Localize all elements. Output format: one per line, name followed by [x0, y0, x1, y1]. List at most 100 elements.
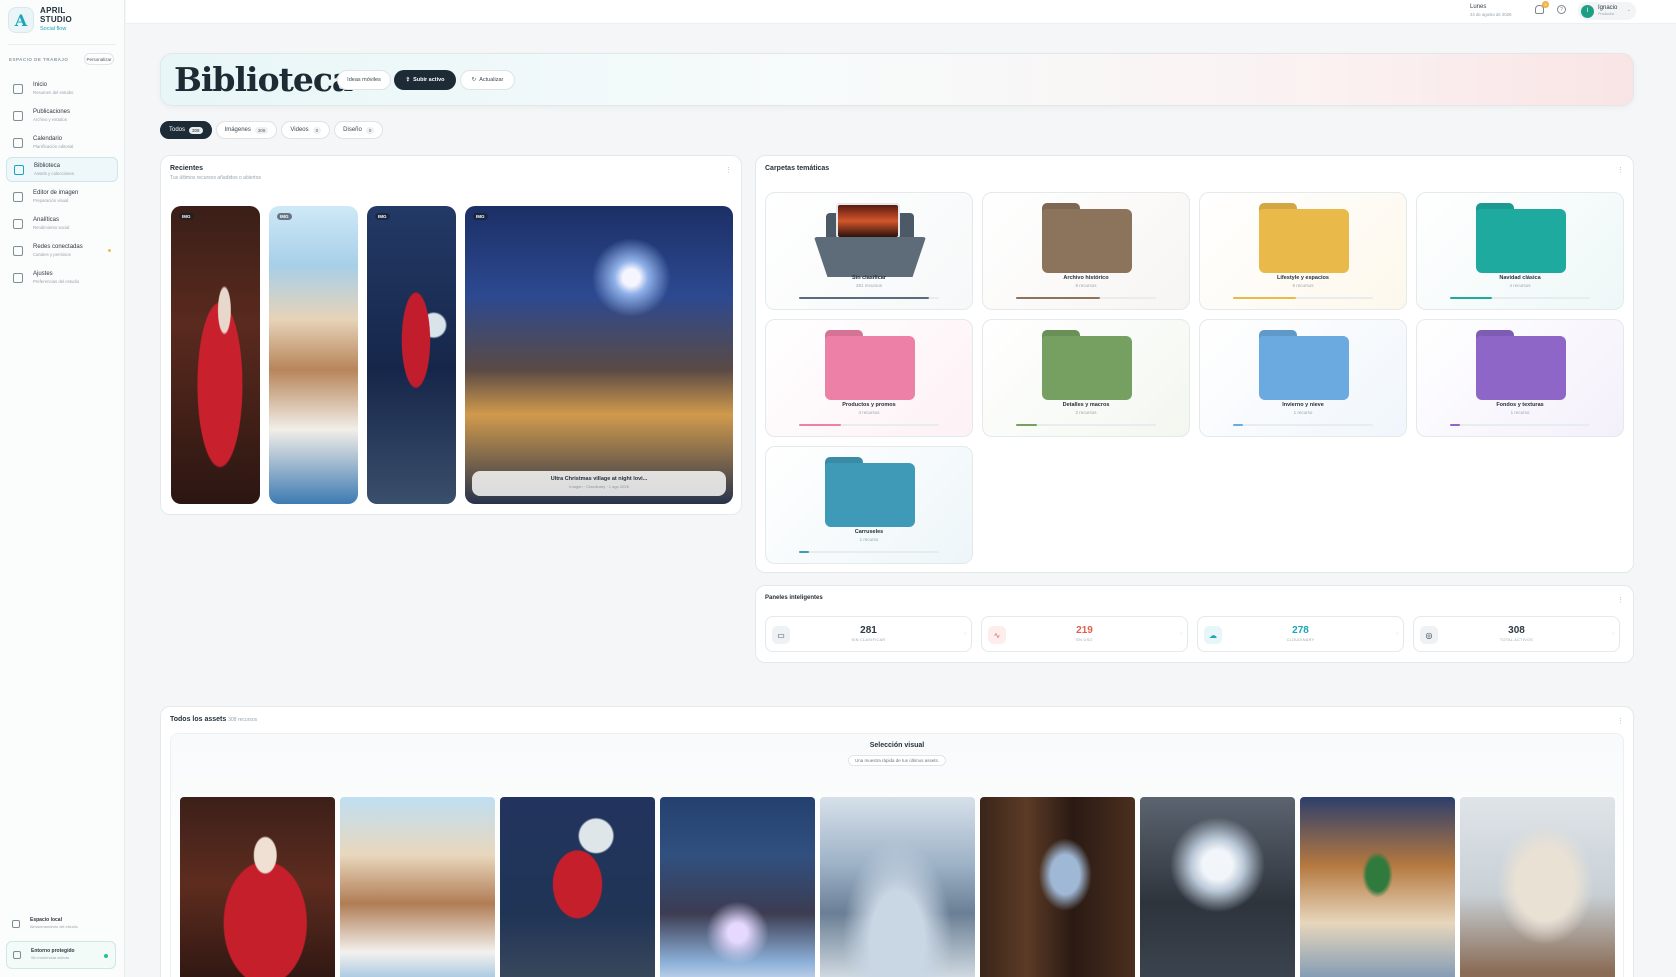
sidebar-item-analiticas[interactable]: Analíticas Rendimiento social	[6, 211, 118, 236]
folder-card[interactable]: Invierno y nieve 1 recurso	[1199, 319, 1407, 437]
tab-todos[interactable]: Todos 308	[160, 121, 212, 139]
recent-asset-card[interactable]: IMG	[367, 206, 456, 504]
sidebar-item-sub: Resumen del estudio	[33, 89, 74, 95]
asset-thumbnail[interactable]	[1300, 797, 1455, 977]
asset-meta: Imagen · Cloudinary · 1 ago 2026	[569, 484, 629, 489]
asset-thumbnail[interactable]	[340, 797, 495, 977]
asset-title: Ultra Christmas village at night lovi...	[550, 476, 648, 482]
more-icon[interactable]: ⋮	[1617, 596, 1624, 604]
folder-icon	[1042, 203, 1132, 273]
folder-name: Invierno y nieve	[1282, 402, 1324, 408]
stat-card[interactable]: ▭ 281 SIN CLASIFICAR ›	[765, 616, 972, 652]
asset-thumbnail[interactable]	[1140, 797, 1295, 977]
folder-count: 2 recursos	[1075, 410, 1097, 415]
recent-asset-card[interactable]: IMG	[269, 206, 358, 504]
folder-icon	[14, 164, 24, 175]
all-assets-title-text: Todos los assets	[170, 716, 227, 723]
all-assets-panel: Todos los assets 308 recursos ⋮ Selecció…	[160, 706, 1634, 977]
user-menu[interactable]: I Ignacio Productor ⌄	[1578, 2, 1636, 20]
folder-card[interactable]: Navidad clásica 4 recursos	[1416, 192, 1624, 310]
asset-thumbnail[interactable]	[980, 797, 1135, 977]
protected-env-item[interactable]: Entorno protegido Sin incidencias activas	[6, 941, 116, 969]
sidebar-item-label: Ajustes	[33, 270, 53, 277]
all-assets-count: 308 recursos	[228, 717, 258, 723]
sidebar-item-inicio[interactable]: Inicio Resumen del estudio	[6, 76, 118, 101]
folder-icon	[1259, 330, 1349, 400]
sidebar-item-sub: Rendimiento social	[33, 224, 70, 230]
stat-card[interactable]: ◎ 308 TOTAL ACTIVOS ›	[1413, 616, 1620, 652]
sidebar-item-publicaciones[interactable]: Publicaciones Archivo y estados	[6, 103, 118, 128]
tab-diseno[interactable]: Diseño 0	[334, 121, 384, 139]
folder-card[interactable]: Productos y promos 4 recursos	[765, 319, 973, 437]
refresh-button[interactable]: ↻ Actualizar	[460, 70, 515, 90]
workspace-label: ESPACIO DE TRABAJO	[9, 57, 69, 62]
local-storage-sub: Almacenamiento del estudio	[30, 925, 78, 929]
brand-title: APRIL	[40, 6, 66, 15]
sidebar-item-label: Biblioteca	[34, 162, 61, 169]
library-hero: Biblioteca Ideas móviles ⇪ Subir activo ↻…	[160, 53, 1634, 106]
chart-icon	[13, 218, 23, 229]
folder-count: 8 recursos	[1075, 283, 1097, 288]
button-label: Actualizar	[479, 77, 504, 83]
upload-asset-button[interactable]: ⇪ Subir activo	[394, 70, 456, 90]
all-assets-title: Todos los assets 308 recursos	[170, 716, 257, 723]
help-icon[interactable]: ?	[1557, 5, 1566, 14]
more-icon[interactable]: ⋮	[1617, 717, 1624, 725]
folder-card[interactable]: Lifestyle y espacios 6 recursos	[1199, 192, 1407, 310]
sidebar-item-ajustes[interactable]: Ajustes Preferencias del estudio	[6, 265, 118, 290]
local-storage-item[interactable]: Espacio local Almacenamiento del estudio	[6, 912, 116, 936]
stat-card[interactable]: ☁ 278 CLOUDINARY ›	[1197, 616, 1404, 652]
tab-videos[interactable]: Videos 0	[281, 121, 331, 139]
asset-thumbnail[interactable]	[820, 797, 975, 977]
stat-label: CLOUDINARY	[1286, 638, 1315, 642]
tab-count: 0	[312, 126, 322, 134]
folder-card[interactable]: Detalles y macros 2 recursos	[982, 319, 1190, 437]
sidebar-item-label: Analíticas	[33, 216, 60, 223]
folder-name: Detalles y macros	[1062, 402, 1110, 408]
sidebar-item-calendario[interactable]: Calendario Planificación editorial	[6, 130, 118, 155]
folder-body	[825, 463, 915, 527]
stat-value: 219	[1076, 625, 1093, 636]
folder-count: 281 recursos	[855, 283, 882, 288]
image-type-badge: IMG	[277, 213, 292, 220]
folder-progress-fill	[799, 297, 930, 299]
filter-tabs: Todos 308 Imágenes 308 Videos 0 Diseño 0	[160, 121, 384, 139]
recent-asset-card-featured[interactable]: IMG Ultra Christmas village at night lov…	[465, 206, 733, 504]
sidebar-item-sub: Preparación visual	[33, 197, 69, 203]
sidebar-item-biblioteca[interactable]: Biblioteca Assets y colecciones	[6, 157, 118, 182]
mobile-ideas-button[interactable]: Ideas móviles	[337, 70, 391, 90]
stat-label: SIN CLASIFICAR	[851, 638, 886, 642]
folder-body	[825, 336, 915, 400]
folder-card[interactable]: Archivo histórico 8 recursos	[982, 192, 1190, 310]
folder-card[interactable]: Carruseles 1 recurso	[765, 446, 973, 564]
more-icon[interactable]: ⋮	[725, 166, 732, 174]
sidebar-item-editor[interactable]: Editor de imagen Preparación visual	[6, 184, 118, 209]
tab-imagenes[interactable]: Imágenes 308	[215, 121, 278, 139]
tab-count: 308	[254, 126, 269, 134]
asset-thumbnail[interactable]	[180, 797, 335, 977]
folder-body	[1259, 209, 1349, 273]
asset-thumbnail[interactable]	[660, 797, 815, 977]
asset-thumbnail[interactable]	[500, 797, 655, 977]
stat-card[interactable]: ∿ 219 EN USO ›	[981, 616, 1188, 652]
smart-panels-title: Paneles inteligentes	[765, 595, 823, 601]
brand[interactable]: A APRIL STUDIO Social flow	[8, 6, 72, 34]
visual-selection-title: Selección visual	[869, 742, 925, 749]
gear-icon	[13, 272, 23, 283]
folder-count: 6 recursos	[1292, 283, 1314, 288]
sidebar-item-redes[interactable]: Redes conectadas Canales y permisos	[6, 238, 118, 263]
customize-button[interactable]: Personalizar	[84, 53, 114, 65]
folder-progress-fill	[1016, 297, 1100, 299]
recent-asset-card[interactable]: IMG	[171, 206, 260, 504]
tray-preview-image	[836, 203, 900, 239]
folder-card[interactable]: Fondos y texturas 1 recurso	[1416, 319, 1624, 437]
brand-logo-icon: A	[8, 7, 34, 33]
sidebar-nav: Inicio Resumen del estudio Publicaciones A…	[6, 76, 118, 292]
folder-name: Navidad clásica	[1499, 275, 1541, 281]
asset-thumbnail[interactable]	[1460, 797, 1615, 977]
more-icon[interactable]: ⋮	[1617, 166, 1624, 174]
folder-progress	[799, 297, 939, 299]
folder-body	[1042, 336, 1132, 400]
chevron-right-icon: ›	[1396, 631, 1398, 637]
folder-card[interactable]: Sin clasificar 281 recursos	[765, 192, 973, 310]
